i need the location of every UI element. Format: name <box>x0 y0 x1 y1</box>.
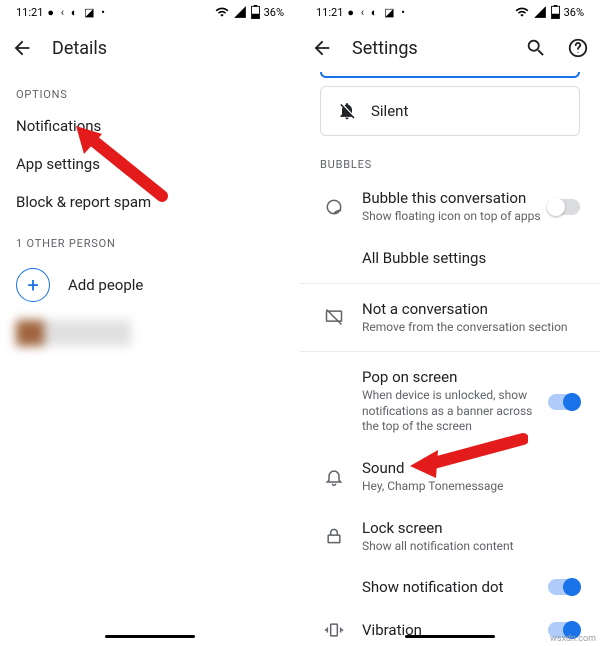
person-entry-blurred[interactable] <box>16 320 131 346</box>
nav-handle[interactable] <box>405 635 495 638</box>
watermark: wsxdn.com <box>550 634 596 644</box>
bell-icon <box>312 467 356 487</box>
row-pop-on-screen[interactable]: Pop on screen When device is unlocked, s… <box>300 356 600 447</box>
phone-details: 11:21 ● ‹ ◐ ◪ • 36% Details OPTIONS Noti… <box>0 0 300 646</box>
selected-option-cutoff <box>320 72 580 78</box>
lock-icon <box>312 526 356 546</box>
status-time: 11:21 <box>16 6 43 19</box>
row-bubble-conversation[interactable]: Bubble this conversation Show floating i… <box>300 177 600 237</box>
row-app-settings[interactable]: App settings <box>0 145 300 183</box>
phone-settings: 11:21 ● ‹ ◐ ◪ • 36% Settings Silent BUBB… <box>300 0 600 646</box>
status-time: 11:21 <box>316 6 343 19</box>
section-other-person: 1 OTHER PERSON <box>0 221 300 256</box>
wifi-icon <box>215 5 229 19</box>
back-icon[interactable] <box>10 36 34 60</box>
row-add-people[interactable]: + Add people <box>0 256 300 314</box>
battery-icon <box>251 5 260 19</box>
wifi-icon <box>515 5 529 19</box>
row-all-bubble[interactable]: All Bubble settings <box>300 237 600 279</box>
row-sound[interactable]: Sound Hey, Champ Tonemessage <box>300 447 600 507</box>
appbar-settings: Settings <box>300 24 600 72</box>
page-title: Settings <box>352 38 506 59</box>
option-silent[interactable]: Silent <box>320 86 580 136</box>
plus-icon: + <box>16 268 50 302</box>
bubble-icon <box>312 197 356 217</box>
section-bubbles: BUBBLES <box>300 142 600 177</box>
message-off-icon <box>312 307 356 327</box>
switch-pop[interactable] <box>548 394 580 410</box>
status-battery: 36% <box>564 6 584 19</box>
bell-off-icon <box>337 101 357 121</box>
status-battery: 36% <box>264 6 284 19</box>
row-block-report[interactable]: Block & report spam <box>0 183 300 221</box>
switch-dot[interactable] <box>548 579 580 595</box>
row-not-conversation[interactable]: Not a conversation Remove from the conve… <box>300 288 600 348</box>
appbar-details: Details <box>0 24 300 72</box>
help-icon[interactable] <box>566 36 590 60</box>
status-bar: 11:21 ● ‹ ◐ ◪ • 36% <box>300 0 600 24</box>
divider <box>300 283 600 284</box>
row-lock-screen[interactable]: Lock screen Show all notification conten… <box>300 507 600 567</box>
back-icon[interactable] <box>310 36 334 60</box>
vibration-icon <box>312 620 356 640</box>
switch-bubble[interactable] <box>548 199 580 215</box>
page-title: Details <box>52 38 290 59</box>
battery-icon <box>551 5 560 19</box>
section-options: OPTIONS <box>0 72 300 107</box>
row-notifications[interactable]: Notifications <box>0 107 300 145</box>
status-bar: 11:21 ● ‹ ◐ ◪ • 36% <box>0 0 300 24</box>
status-notif-dots: ● ‹ ◐ ◪ • <box>47 6 107 19</box>
nav-handle[interactable] <box>105 635 195 638</box>
row-notification-dot[interactable]: Show notification dot <box>300 566 600 608</box>
search-icon[interactable] <box>524 36 548 60</box>
signal-icon <box>533 5 547 19</box>
divider <box>300 351 600 352</box>
status-notif-dots: ● ‹ ◐ ◪ • <box>347 6 407 19</box>
signal-icon <box>233 5 247 19</box>
